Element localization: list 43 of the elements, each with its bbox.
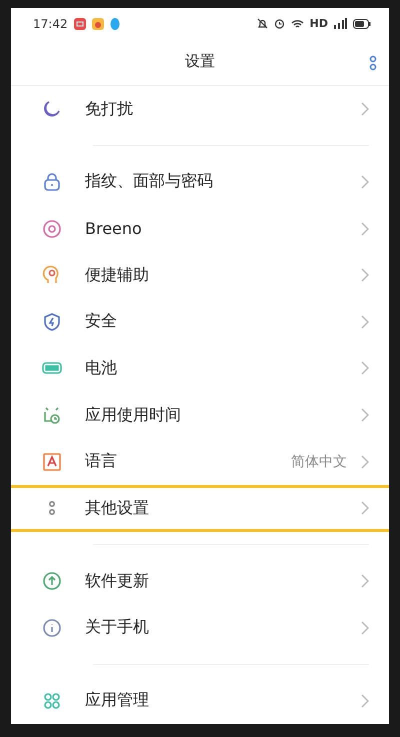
info-icon (41, 616, 63, 639)
chevron-icon (361, 222, 369, 236)
more-icon[interactable] (369, 55, 377, 72)
chevron-icon (361, 174, 369, 189)
signal-icon (334, 18, 347, 30)
battery-icon (353, 18, 371, 29)
settings-row[interactable]: 安全 (11, 298, 389, 346)
bell-off-icon (256, 18, 268, 30)
letter-icon (41, 450, 63, 473)
chevron-icon (361, 102, 369, 116)
app-icon (92, 18, 104, 30)
chevron-icon (361, 454, 369, 469)
chevron-icon (361, 620, 369, 635)
settings-row[interactable]: 软件更新 (11, 558, 389, 604)
chevron-icon (361, 268, 369, 282)
chevron-icon (361, 314, 369, 329)
chevron-icon (361, 361, 369, 376)
app-icon (74, 18, 86, 30)
network-label: HD (310, 17, 328, 30)
chevron-icon (361, 501, 369, 516)
settings-row[interactable]: 其他设置 (11, 484, 389, 532)
upload-icon (41, 570, 63, 592)
row-value: 简体中文 (291, 452, 347, 471)
settings-row[interactable]: 应用管理 (11, 677, 389, 724)
page-title: 设置 (185, 52, 215, 72)
status-time: 17:42 (33, 16, 68, 31)
settings-row[interactable]: 应用使用时间 (11, 392, 389, 438)
target-icon (41, 218, 63, 240)
chevron-icon (361, 408, 369, 422)
settings-row[interactable]: 便捷辅助 (11, 252, 389, 298)
settings-row[interactable]: 语言 简体中文 (11, 438, 389, 485)
settings-row[interactable]: 电池 (11, 345, 389, 392)
shield-icon (41, 310, 63, 333)
dots-icon (49, 501, 55, 516)
chevron-icon (361, 694, 369, 708)
settings-row[interactable]: 指纹、面部与密码 (11, 158, 389, 206)
settings-row[interactable]: 免打扰 (11, 86, 389, 132)
chevron-icon (361, 574, 369, 588)
settings-row[interactable]: Breeno (11, 205, 389, 252)
alarm-icon (274, 18, 285, 30)
settings-row[interactable]: 关于手机 (11, 604, 389, 652)
wifi-icon (290, 18, 304, 29)
lock-icon (41, 170, 63, 193)
